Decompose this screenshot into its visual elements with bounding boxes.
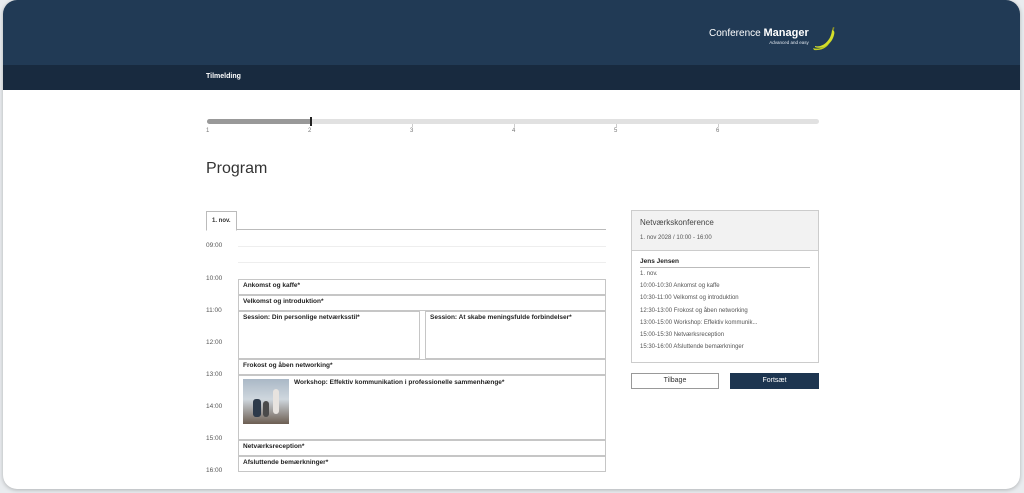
banana-icon [812, 27, 835, 51]
hour-label: 09:00 [206, 242, 223, 249]
summary-line: 1. nov. [640, 271, 658, 277]
event-title: Netværksreception* [243, 443, 305, 450]
hour-label: 10:00 [206, 275, 223, 282]
continue-button[interactable]: Fortsæt [730, 373, 819, 389]
summary-line: 15:30-16:00 Afsluttende bemærkninger [640, 344, 744, 351]
workshop-photo [243, 379, 289, 424]
summary-line: 10:00-10:30 Ankomst og kaffe [640, 283, 720, 290]
summary-line: 15:00-15:30 Netværksreception [640, 331, 725, 338]
event-title: Ankomst og kaffe* [243, 282, 301, 289]
step-label-1: 1 [206, 128, 210, 134]
page-title: Program [206, 160, 268, 177]
registration-summary: Netværkskonference 1. nov 2028 / 10:00 -… [631, 210, 819, 363]
progress-fill [207, 119, 310, 124]
step-tick [718, 124, 719, 127]
step-tick [412, 124, 413, 127]
event-title: Frokost og åben networking* [243, 362, 333, 369]
event-title: Session: At skabe meningsfulde forbindel… [430, 314, 572, 321]
logo-prefix: Conference [709, 28, 761, 39]
event-session-netvaerksstil[interactable]: Session: Din personlige netværksstil* [238, 311, 420, 359]
event-title: Workshop: Effektiv kommunikation i profe… [294, 379, 505, 386]
summary-title: Netværkskonference [640, 218, 714, 227]
hour-gridline [238, 246, 606, 247]
summary-line: 12:30-13:00 Frokost og åben networking [640, 307, 748, 314]
event-workshop[interactable]: Workshop: Effektiv kommunikation i profe… [238, 375, 606, 440]
progress-bar [207, 117, 819, 126]
step-label-2: 2 [308, 128, 312, 134]
conference-manager-logo[interactable]: Conference Manager Advanced and easy [709, 27, 837, 52]
step-label-5: 5 [614, 128, 618, 134]
event-netvaerksreception[interactable]: Netværksreception* [238, 440, 606, 456]
hour-label: 11:00 [206, 307, 222, 314]
event-frokost-og-networking[interactable]: Frokost og åben networking* [238, 359, 606, 375]
logo-tagline: Advanced and easy [769, 40, 809, 45]
hour-label: 16:00 [206, 467, 223, 474]
progress-current-marker [310, 117, 312, 126]
event-afsluttende-bemaerkninger[interactable]: Afsluttende bemærkninger* [238, 456, 606, 472]
event-session-forbindelser[interactable]: Session: At skabe meningsfulde forbindel… [425, 311, 606, 359]
step-label-6: 6 [716, 128, 720, 134]
top-header: Conference Manager Advanced and easy [3, 0, 1020, 65]
app-window: Conference Manager Advanced and easy Til… [3, 0, 1020, 489]
tab-1-nov[interactable]: 1. nov. [206, 211, 237, 231]
nav-item-tilmelding[interactable]: Tilmelding [206, 73, 241, 80]
summary-line: 13:00-15:00 Workshop: Effektiv kommunik.… [640, 319, 758, 326]
summary-date: 1. nov 2028 / 10:00 - 16:00 [640, 235, 712, 241]
nav-bar: Tilmelding [3, 65, 1020, 90]
step-label-4: 4 [512, 128, 516, 134]
event-title: Velkomst og introduktion* [243, 298, 324, 305]
step-label-3: 3 [410, 128, 414, 134]
step-tick [514, 124, 515, 127]
day-tabs: 1. nov. [206, 211, 606, 231]
back-button[interactable]: Tilbage [631, 373, 719, 389]
hour-gridline [238, 262, 606, 263]
logo-bold: Manager [763, 27, 809, 39]
summary-line: 10:30-11:00 Velkomst og introduktion [640, 295, 739, 302]
hour-label: 13:00 [206, 371, 223, 378]
hour-label: 15:00 [206, 435, 223, 442]
step-tick [616, 124, 617, 127]
summary-header: Netværkskonference 1. nov 2028 / 10:00 -… [632, 211, 818, 251]
event-velkomst-og-introduktion[interactable]: Velkomst og introduktion* [238, 295, 606, 311]
hour-label: 12:00 [206, 339, 223, 346]
summary-participant-name: Jens Jensen [640, 258, 810, 268]
event-ankomst-og-kaffe[interactable]: Ankomst og kaffe* [238, 279, 606, 295]
event-title: Afsluttende bemærkninger* [243, 459, 329, 466]
hour-label: 14:00 [206, 403, 223, 410]
event-title: Session: Din personlige netværksstil* [243, 314, 360, 321]
